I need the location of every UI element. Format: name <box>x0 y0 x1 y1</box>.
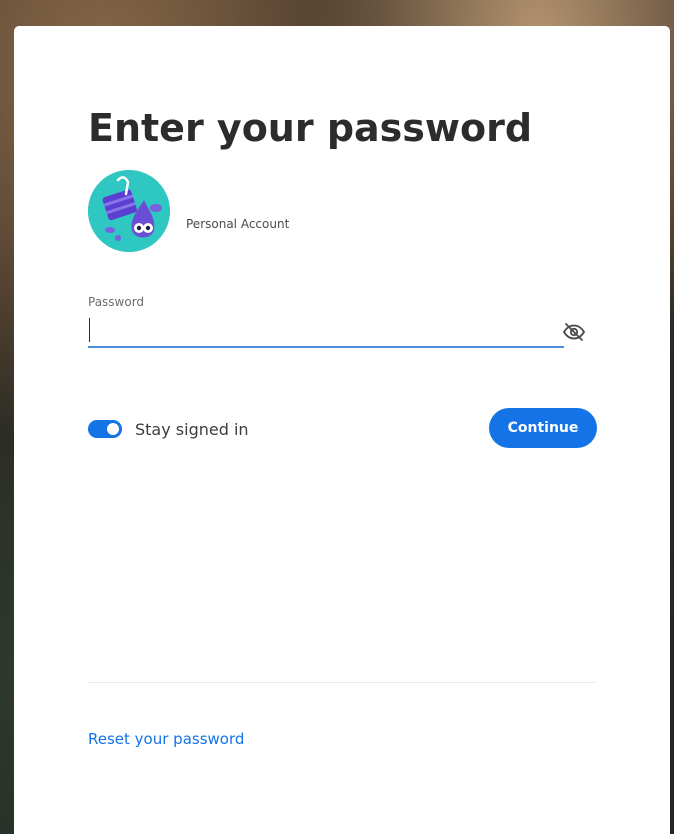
reset-password-link[interactable]: Reset your password <box>88 730 244 748</box>
stay-signed-in-label: Stay signed in <box>135 420 249 439</box>
account-avatar <box>88 170 170 252</box>
continue-button[interactable]: Continue <box>489 408 597 448</box>
toggle-knob <box>107 423 119 435</box>
eye-slash-icon <box>562 323 586 341</box>
sign-in-card: Enter your password Personal Account Pas… <box>14 26 670 834</box>
stay-signed-in-toggle[interactable] <box>88 420 122 438</box>
password-label: Password <box>88 295 145 309</box>
page-title: Enter your password <box>88 106 533 150</box>
cartoon-character-avatar-icon <box>88 170 170 252</box>
footer-divider <box>88 682 596 683</box>
text-cursor <box>89 318 90 342</box>
account-type-label: Personal Account <box>186 217 290 231</box>
password-input[interactable] <box>88 314 564 348</box>
toggle-password-visibility-button[interactable] <box>562 320 586 344</box>
